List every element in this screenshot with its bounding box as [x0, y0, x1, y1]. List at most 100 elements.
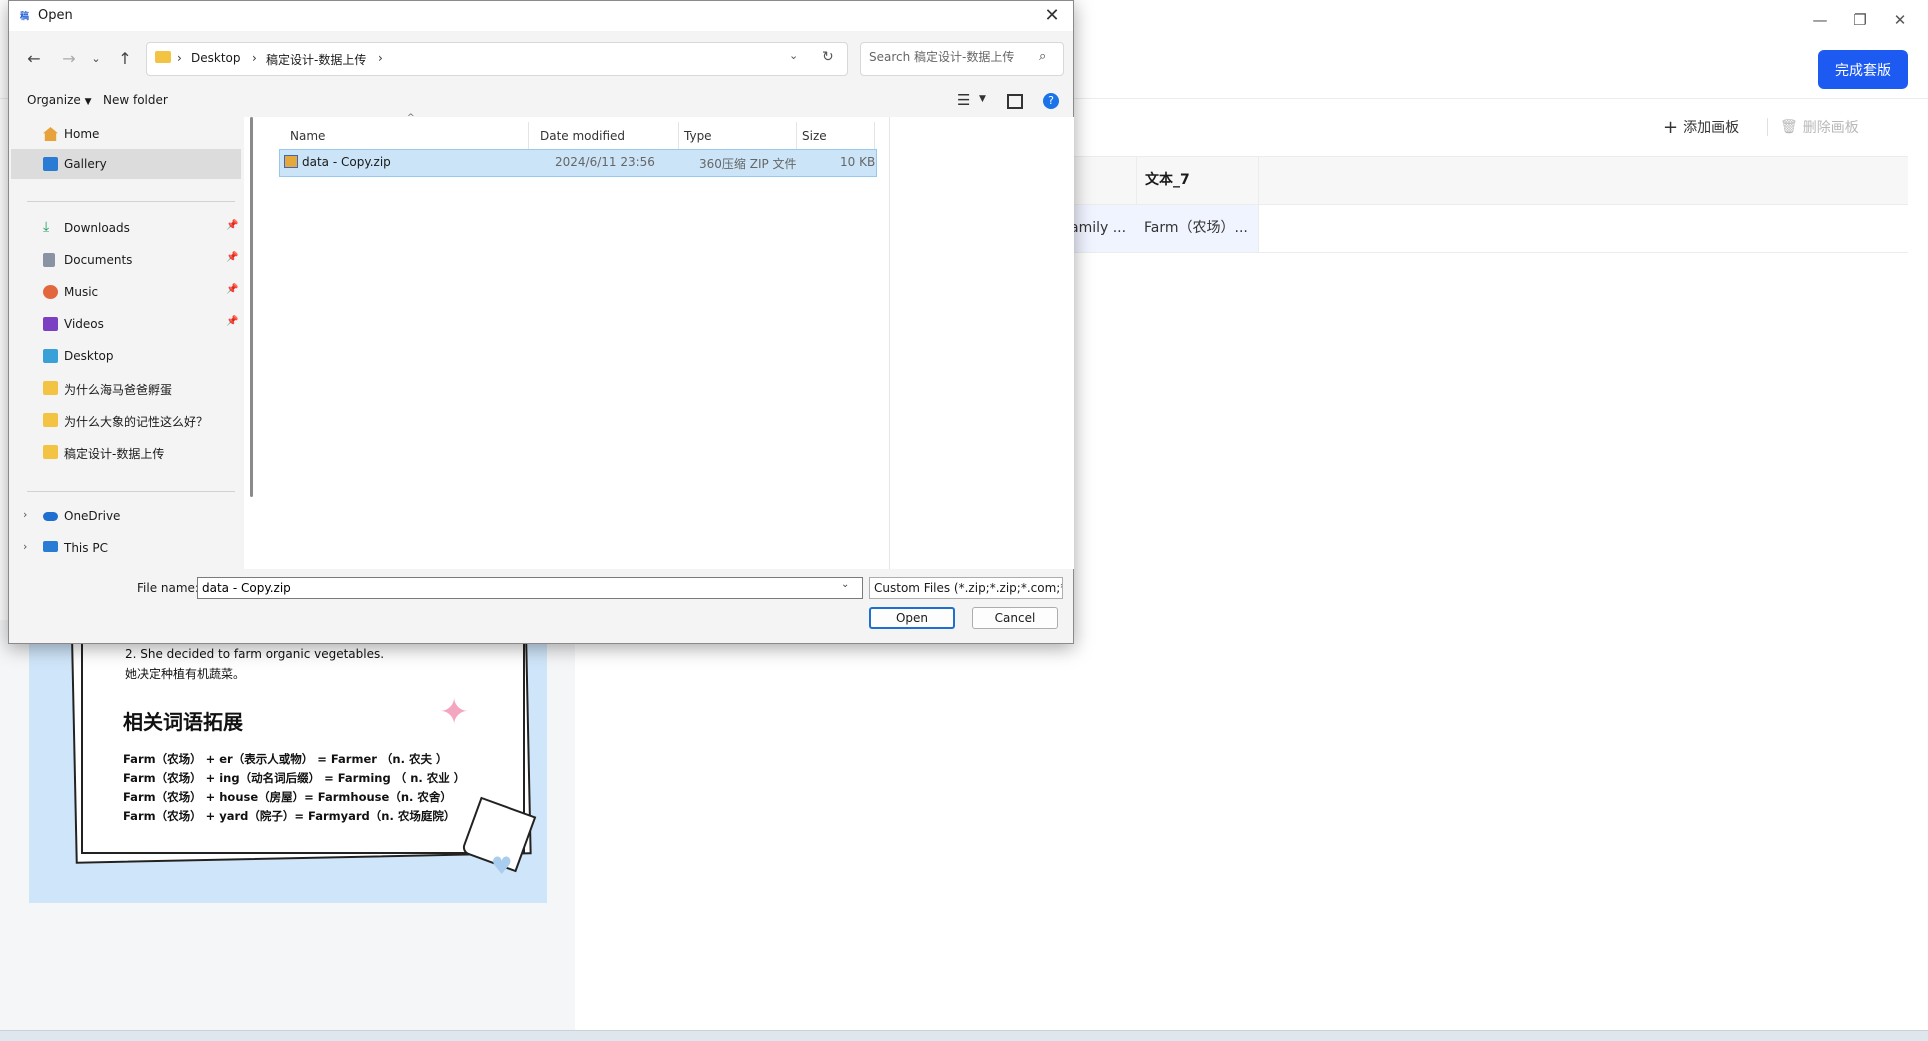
nav-item-onedrive[interactable]: › OneDrive: [11, 501, 241, 531]
filetype-value: Custom Files (*.zip;*.zip;*.com;*: [874, 581, 1063, 595]
organize-label: Organize: [27, 93, 81, 107]
recent-chevron-icon[interactable]: ⌄: [83, 46, 109, 72]
folder-icon: [155, 51, 171, 63]
preview-pane-icon[interactable]: [1007, 94, 1023, 109]
taskbar: [0, 1030, 1928, 1041]
cloud-icon: [43, 512, 58, 521]
address-row: ← → ⌄ ↑ › Desktop › 稿定设计-数据上传 › ⌄ ↻ ⌕: [9, 31, 1073, 85]
plus-icon: +: [1663, 116, 1679, 138]
column-header-date[interactable]: Date modified: [535, 122, 679, 150]
open-button[interactable]: Open: [869, 607, 955, 629]
nav-label: Gallery: [64, 157, 107, 171]
back-arrow-icon[interactable]: ←: [21, 46, 47, 72]
filetype-select[interactable]: Custom Files (*.zip;*.zip;*.com;*: [869, 577, 1063, 599]
music-icon: [43, 285, 58, 299]
pin-icon[interactable]: 📌: [226, 220, 238, 231]
chevron-down-icon[interactable]: ⌄: [841, 579, 849, 590]
chevron-down-icon[interactable]: ⌄: [789, 49, 798, 62]
restore-icon[interactable]: ❐: [1840, 8, 1880, 32]
nav-item-downloads[interactable]: ⤓ Downloads 📌: [11, 213, 241, 243]
slide-row: Farm（农场） + ing（动名词后缀） = Farming （ n. 农业 …: [123, 771, 466, 785]
add-board-label: 添加画板: [1683, 120, 1740, 136]
column-header-name[interactable]: Name: [285, 122, 529, 150]
folder-icon: [43, 413, 58, 427]
new-folder-button[interactable]: New folder: [103, 93, 168, 107]
column-header-type[interactable]: Type: [679, 122, 797, 150]
nav-label: 稿定设计-数据上传: [64, 447, 165, 461]
slide-row: Farm（农场） + yard（院子）= Farmyard（n. 农场庭院）: [123, 809, 456, 823]
table-header-row: 文本_7: [1070, 157, 1908, 252]
view-list-icon[interactable]: ☰: [957, 91, 970, 109]
slide-row: Farm（农场） + er（表示人或物） = Farmer （n. 农夫 ）: [123, 752, 448, 766]
nav-label: 为什么大象的记性这么好？: [64, 415, 209, 429]
desktop-icon: [43, 349, 58, 363]
zip-file-icon: [284, 155, 298, 168]
add-board-button[interactable]: + 添加画板: [1663, 116, 1740, 138]
chevron-right-icon: ›: [252, 51, 257, 65]
file-type: 360压缩 ZIP 文件: [699, 157, 797, 171]
organize-menu[interactable]: Organize ▼: [27, 93, 92, 107]
search-icon[interactable]: ⌕: [1039, 49, 1046, 64]
nav-item-music[interactable]: Music 📌: [11, 277, 241, 307]
nav-item-home[interactable]: Home: [11, 119, 241, 149]
caret-down-icon[interactable]: ▼: [979, 94, 986, 104]
pin-icon[interactable]: 📌: [226, 284, 238, 295]
toolbar-divider: [1767, 118, 1768, 136]
nav-item-desktop[interactable]: Desktop: [11, 341, 241, 371]
caret-down-icon: ▼: [84, 97, 92, 107]
slide-preview[interactable]: 2. She decided to farm organic vegetable…: [29, 620, 547, 903]
file-row[interactable]: data - Copy.zip 2024/6/11 23:56 360压缩 ZI…: [279, 149, 877, 177]
filename-input[interactable]: [197, 577, 863, 599]
table-cell[interactable]: Farm（农场）...: [1136, 205, 1258, 252]
folder-icon: [43, 381, 58, 395]
nav-item-folder[interactable]: 为什么大象的记性这么好？: [11, 405, 241, 435]
file-name: data - Copy.zip: [302, 155, 391, 169]
finish-template-button[interactable]: 完成套版: [1818, 50, 1908, 89]
address-bar[interactable]: › Desktop › 稿定设计-数据上传 › ⌄ ↻: [146, 42, 848, 76]
column-divider: [1258, 157, 1259, 252]
breadcrumb-folder[interactable]: 稿定设计-数据上传: [266, 51, 366, 68]
nav-label: Home: [64, 127, 100, 141]
close-icon[interactable]: ✕: [1039, 4, 1065, 28]
pc-icon: [43, 541, 58, 552]
data-table: 文本_7 amily ... Farm（农场）...: [1070, 156, 1908, 253]
expand-chevron-icon[interactable]: ›: [23, 540, 27, 553]
nav-item-folder[interactable]: 稿定设计-数据上传: [11, 437, 241, 467]
nav-item-videos[interactable]: Videos 📌: [11, 309, 241, 339]
nav-scrollbar[interactable]: [250, 117, 253, 497]
file-size: 10 KB: [840, 155, 876, 169]
home-icon: [43, 127, 58, 141]
open-file-dialog: 稿 Open ✕ ← → ⌄ ↑ › Desktop › 稿定设计-数据上传 ›…: [8, 0, 1074, 644]
up-arrow-icon[interactable]: ↑: [112, 46, 138, 72]
slide-row: Farm（农场） + house（房屋）= Farmhouse（n. 农舍）: [123, 790, 452, 804]
nav-label: 为什么海马爸爸孵蛋: [64, 383, 173, 397]
nav-label: Videos: [64, 317, 104, 331]
column-header-size[interactable]: Size: [797, 122, 875, 150]
close-window-icon[interactable]: ✕: [1880, 8, 1920, 32]
cancel-button[interactable]: Cancel: [972, 607, 1058, 629]
search-input[interactable]: [869, 50, 1029, 64]
pin-icon[interactable]: 📌: [226, 252, 238, 263]
help-icon[interactable]: ?: [1043, 93, 1059, 109]
preview-pane: [889, 117, 1074, 569]
expand-chevron-icon[interactable]: ›: [23, 508, 27, 521]
dialog-footer: File name: ⌄ Custom Files (*.zip;*.zip;*…: [9, 569, 1073, 643]
app-icon: 稿: [20, 12, 30, 22]
nav-item-this-pc[interactable]: › This PC: [11, 533, 241, 563]
table-header-cell: 文本_7: [1136, 157, 1265, 204]
breadcrumb-desktop[interactable]: Desktop: [191, 51, 241, 65]
search-box[interactable]: ⌕: [860, 42, 1064, 76]
pin-icon[interactable]: 📌: [226, 316, 238, 327]
delete-board-button[interactable]: 🗑 删除画板: [1780, 117, 1859, 137]
documents-icon: [43, 253, 55, 267]
nav-item-documents[interactable]: Documents 📌: [11, 245, 241, 275]
nav-item-gallery[interactable]: Gallery: [11, 149, 241, 179]
slide-line-2: 她决定种植有机蔬菜。: [125, 667, 246, 681]
nav-item-folder[interactable]: 为什么海马爸爸孵蛋: [11, 373, 241, 403]
forward-arrow-icon[interactable]: →: [56, 46, 82, 72]
download-icon: ⤓: [43, 219, 50, 235]
minimize-icon[interactable]: —: [1800, 8, 1840, 32]
nav-label: This PC: [64, 541, 108, 555]
refresh-icon[interactable]: ↻: [822, 49, 834, 65]
table-cell[interactable]: amily ...: [1070, 205, 1136, 252]
